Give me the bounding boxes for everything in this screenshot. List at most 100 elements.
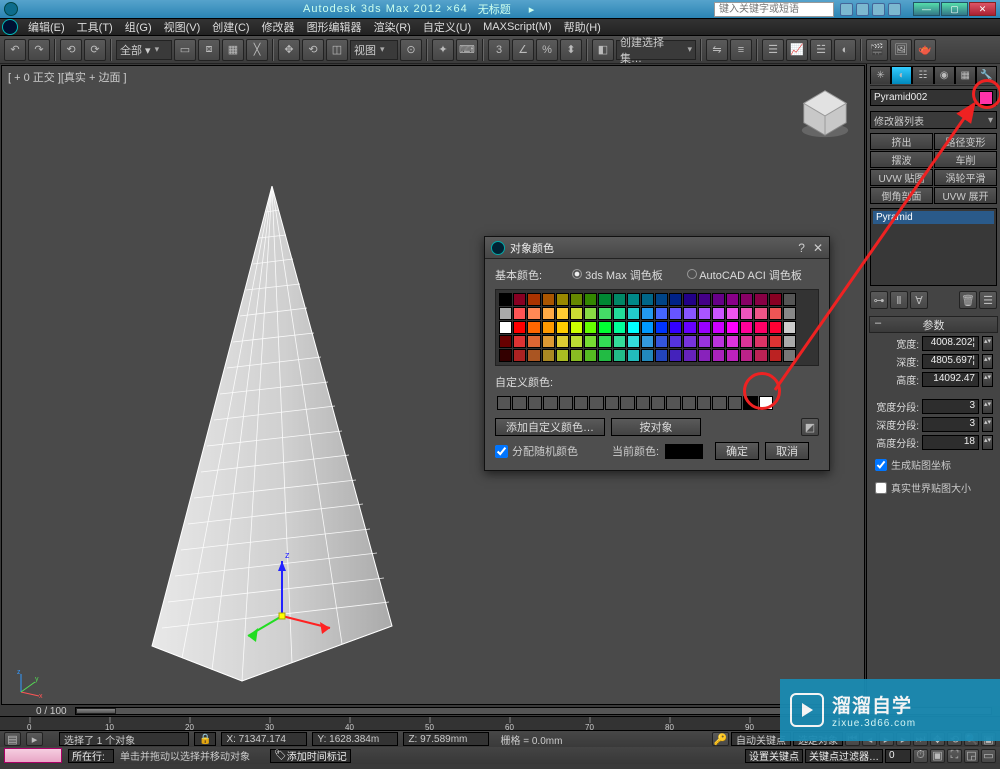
palette-swatch[interactable] <box>598 321 611 334</box>
create-tab[interactable]: ✳ <box>870 66 891 84</box>
motion-tab[interactable]: ◉ <box>934 66 955 84</box>
mirror-button[interactable]: ⇋ <box>706 39 728 61</box>
help-icon[interactable] <box>840 3 853 16</box>
palette-swatch[interactable] <box>769 349 782 362</box>
palette-swatch[interactable] <box>726 293 739 306</box>
palette-swatch[interactable] <box>570 293 583 306</box>
palette-swatch[interactable] <box>627 321 640 334</box>
palette-swatch[interactable] <box>598 293 611 306</box>
modifier-stack[interactable]: Pyramid <box>870 208 997 286</box>
palette-3dsmax-radio[interactable] <box>572 269 582 279</box>
palette-swatch[interactable] <box>683 321 696 334</box>
palette-swatch[interactable] <box>683 335 696 348</box>
menu-modifiers[interactable]: 修改器 <box>256 18 301 36</box>
palette-swatch[interactable] <box>783 349 796 362</box>
palette-swatch[interactable] <box>726 349 739 362</box>
current-color-swatch[interactable] <box>665 444 703 459</box>
named-sel-dropdown[interactable]: 创建选择集… <box>616 40 696 60</box>
minimize-button[interactable]: — <box>913 2 940 16</box>
named-sel-button[interactable]: ◧ <box>592 39 614 61</box>
align-button[interactable]: ≡ <box>730 39 752 61</box>
palette-swatch[interactable] <box>754 307 767 320</box>
app-logo-icon[interactable] <box>2 19 18 35</box>
menu-help[interactable]: 帮助(H) <box>558 18 607 36</box>
palette-swatch[interactable] <box>769 321 782 334</box>
configure-button[interactable]: ☰ <box>979 291 997 309</box>
palette-swatch[interactable] <box>698 307 711 320</box>
palette-swatch[interactable] <box>542 293 555 306</box>
custom-color-row[interactable] <box>495 394 819 412</box>
mod-unwrap[interactable]: UVW 展开 <box>934 187 997 204</box>
mod-turbosmooth[interactable]: 涡轮平滑 <box>934 169 997 186</box>
dialog-close-button[interactable]: ✕ <box>813 241 823 255</box>
manip-button[interactable]: ✦ <box>432 39 454 61</box>
palette-swatch[interactable] <box>556 349 569 362</box>
set-key-button[interactable]: 设置关键点 <box>745 749 803 763</box>
coord-z[interactable]: Z: 97.589mm <box>403 732 489 746</box>
render-button[interactable]: 🫖 <box>914 39 936 61</box>
palette-swatch[interactable] <box>556 307 569 320</box>
palette-swatch[interactable] <box>513 307 526 320</box>
stack-item[interactable]: Pyramid <box>873 211 994 224</box>
palette-swatch[interactable] <box>570 307 583 320</box>
mod-bevelprofile[interactable]: 倒角剖面 <box>870 187 933 204</box>
nav-zoomext-button[interactable]: ▣ <box>930 749 945 763</box>
palette-swatch[interactable] <box>783 307 796 320</box>
mod-lathe[interactable]: 车削 <box>934 151 997 168</box>
keyboard-button[interactable]: ⌨ <box>456 39 478 61</box>
palette-swatch[interactable] <box>527 335 540 348</box>
palette-swatch[interactable] <box>513 321 526 334</box>
palette-swatch[interactable] <box>627 349 640 362</box>
palette-swatch[interactable] <box>584 335 597 348</box>
menu-group[interactable]: 组(G) <box>119 18 158 36</box>
palette-swatch[interactable] <box>655 293 668 306</box>
palette-swatch[interactable] <box>683 349 696 362</box>
height-spinner-arrows[interactable]: ▴▾ <box>982 372 993 387</box>
palette-swatch[interactable] <box>698 349 711 362</box>
ref-coord-dropdown[interactable]: 视图 <box>350 40 398 60</box>
palette-swatch[interactable] <box>726 307 739 320</box>
dseg-spinner[interactable]: 3 <box>922 417 979 432</box>
dialog-titlebar[interactable]: 对象颜色 ? ✕ <box>485 237 829 259</box>
palette-swatch[interactable] <box>556 293 569 306</box>
palette-swatch[interactable] <box>527 293 540 306</box>
mod-extrude[interactable]: 挤出 <box>870 133 933 150</box>
menu-customize[interactable]: 自定义(U) <box>417 18 477 36</box>
mod-uvwmap[interactable]: UVW 贴图 <box>870 169 933 186</box>
selection-filter-dropdown[interactable]: 全部 ▾ <box>116 40 172 60</box>
palette-swatch[interactable] <box>613 293 626 306</box>
pyramid-object[interactable]: z <box>142 186 402 686</box>
menu-graph[interactable]: 图形编辑器 <box>301 18 368 36</box>
schematic-button[interactable]: ☱ <box>810 39 832 61</box>
close-button[interactable]: ✕ <box>969 2 996 16</box>
palette-swatch[interactable] <box>754 349 767 362</box>
palette-swatch[interactable] <box>613 335 626 348</box>
palette-swatch[interactable] <box>584 321 597 334</box>
depth-spinner-arrows[interactable]: ▴▾ <box>982 354 993 369</box>
palette-swatch[interactable] <box>556 335 569 348</box>
palette-swatch[interactable] <box>499 293 512 306</box>
palette-swatch[interactable] <box>683 293 696 306</box>
render-frame-button[interactable]: 🖼 <box>890 39 912 61</box>
hseg-spinner-arrows[interactable]: ▴▾ <box>982 435 993 450</box>
coord-x[interactable]: X: 71347.174 <box>221 732 307 746</box>
wseg-spinner[interactable]: 3 <box>922 399 979 414</box>
show-end-button[interactable]: Ⅱ <box>890 291 908 309</box>
palette-swatch[interactable] <box>613 321 626 334</box>
palette-swatch[interactable] <box>712 349 725 362</box>
palette-swatch[interactable] <box>584 307 597 320</box>
mod-pathdeform[interactable]: 路径变形 <box>934 133 997 150</box>
pin-stack-button[interactable]: ⊶ <box>870 291 888 309</box>
palette-swatch[interactable] <box>655 349 668 362</box>
palette-swatch[interactable] <box>513 335 526 348</box>
palette-swatch[interactable] <box>740 321 753 334</box>
allrows-label[interactable]: 所在行: <box>68 749 114 763</box>
palette-aci-radio[interactable] <box>687 269 697 279</box>
palette-swatch[interactable] <box>613 307 626 320</box>
link-button[interactable]: ⟲ <box>60 39 82 61</box>
time-config-button[interactable]: ⏱ <box>913 749 928 763</box>
palette-swatch[interactable] <box>598 307 611 320</box>
rotate-button[interactable]: ⟲ <box>302 39 324 61</box>
view-cube[interactable] <box>796 84 854 142</box>
palette-swatch[interactable] <box>584 293 597 306</box>
